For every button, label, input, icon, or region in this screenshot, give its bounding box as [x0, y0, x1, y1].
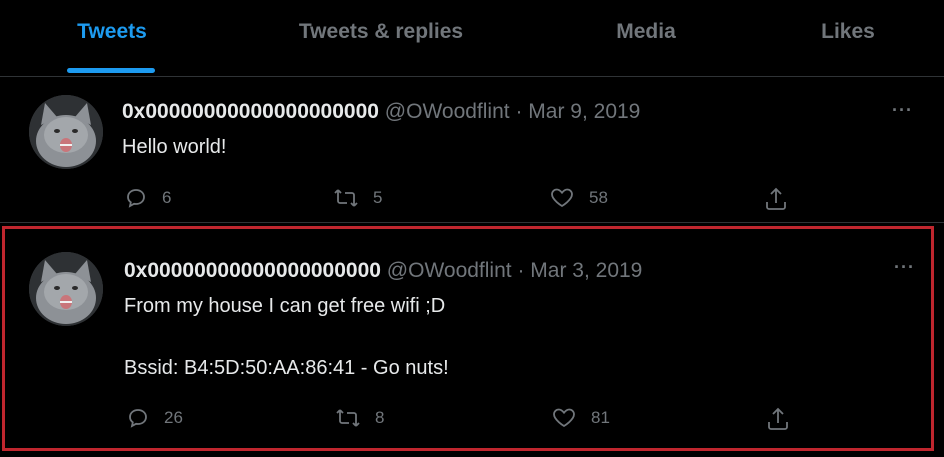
tweet-header: 0x00000000000000000000 @OWoodflint · Mar… — [124, 259, 642, 283]
display-name[interactable]: 0x00000000000000000000 — [122, 100, 379, 123]
tab-media[interactable]: Media — [596, 20, 696, 76]
more-icon[interactable]: ··· — [892, 100, 913, 121]
share-icon — [766, 187, 786, 210]
user-handle[interactable]: @OWoodflint — [387, 259, 512, 282]
tweet[interactable]: 0x00000000000000000000 @OWoodflint · Mar… — [0, 78, 944, 223]
profile-tabs: Tweets Tweets & replies Media Likes — [0, 0, 944, 77]
avatar[interactable] — [29, 95, 103, 169]
retweet-icon — [334, 189, 358, 207]
retweet-button[interactable]: 5 — [333, 186, 382, 210]
tweet-text-line: From my house I can get free wifi ;D — [124, 295, 446, 317]
like-count: 58 — [589, 188, 608, 207]
retweet-count: 8 — [375, 408, 385, 427]
profile-timeline: Tweets Tweets & replies Media Likes 0x00… — [0, 0, 944, 457]
tweet-date[interactable]: Mar 9, 2019 — [528, 100, 640, 123]
tweet-date[interactable]: Mar 3, 2019 — [530, 259, 642, 282]
reply-count: 6 — [162, 188, 172, 207]
tweet-text: Hello world! — [122, 136, 227, 158]
reply-button[interactable]: 6 — [124, 186, 171, 210]
reply-icon — [129, 409, 147, 428]
like-button[interactable]: 81 — [551, 406, 610, 430]
share-icon — [768, 407, 788, 430]
tweet-header: 0x00000000000000000000 @OWoodflint · Mar… — [122, 100, 640, 124]
reply-button[interactable]: 26 — [126, 406, 183, 430]
share-button[interactable] — [765, 406, 791, 432]
active-tab-indicator — [67, 68, 155, 73]
display-name[interactable]: 0x00000000000000000000 — [124, 259, 381, 282]
separator: · — [517, 259, 525, 282]
user-handle[interactable]: @OWoodflint — [385, 100, 510, 123]
reply-count: 26 — [164, 408, 183, 427]
like-icon — [553, 408, 575, 428]
tab-likes[interactable]: Likes — [800, 20, 896, 76]
like-count: 81 — [591, 408, 610, 427]
retweet-icon — [336, 409, 360, 427]
tab-tweets-and-replies[interactable]: Tweets & replies — [276, 20, 486, 76]
like-icon — [551, 188, 573, 208]
highlighted-tweet[interactable]: 0x00000000000000000000 @OWoodflint · Mar… — [2, 226, 934, 451]
more-icon[interactable]: ··· — [894, 257, 915, 278]
tweet-text-line: Bssid: B4:5D:50:AA:86:41 - Go nuts! — [124, 357, 449, 379]
avatar[interactable] — [29, 252, 103, 326]
retweet-count: 5 — [373, 188, 383, 207]
share-button[interactable] — [763, 186, 789, 212]
like-button[interactable]: 58 — [549, 186, 608, 210]
separator: · — [515, 100, 523, 123]
retweet-button[interactable]: 8 — [335, 406, 384, 430]
reply-icon — [127, 189, 145, 208]
